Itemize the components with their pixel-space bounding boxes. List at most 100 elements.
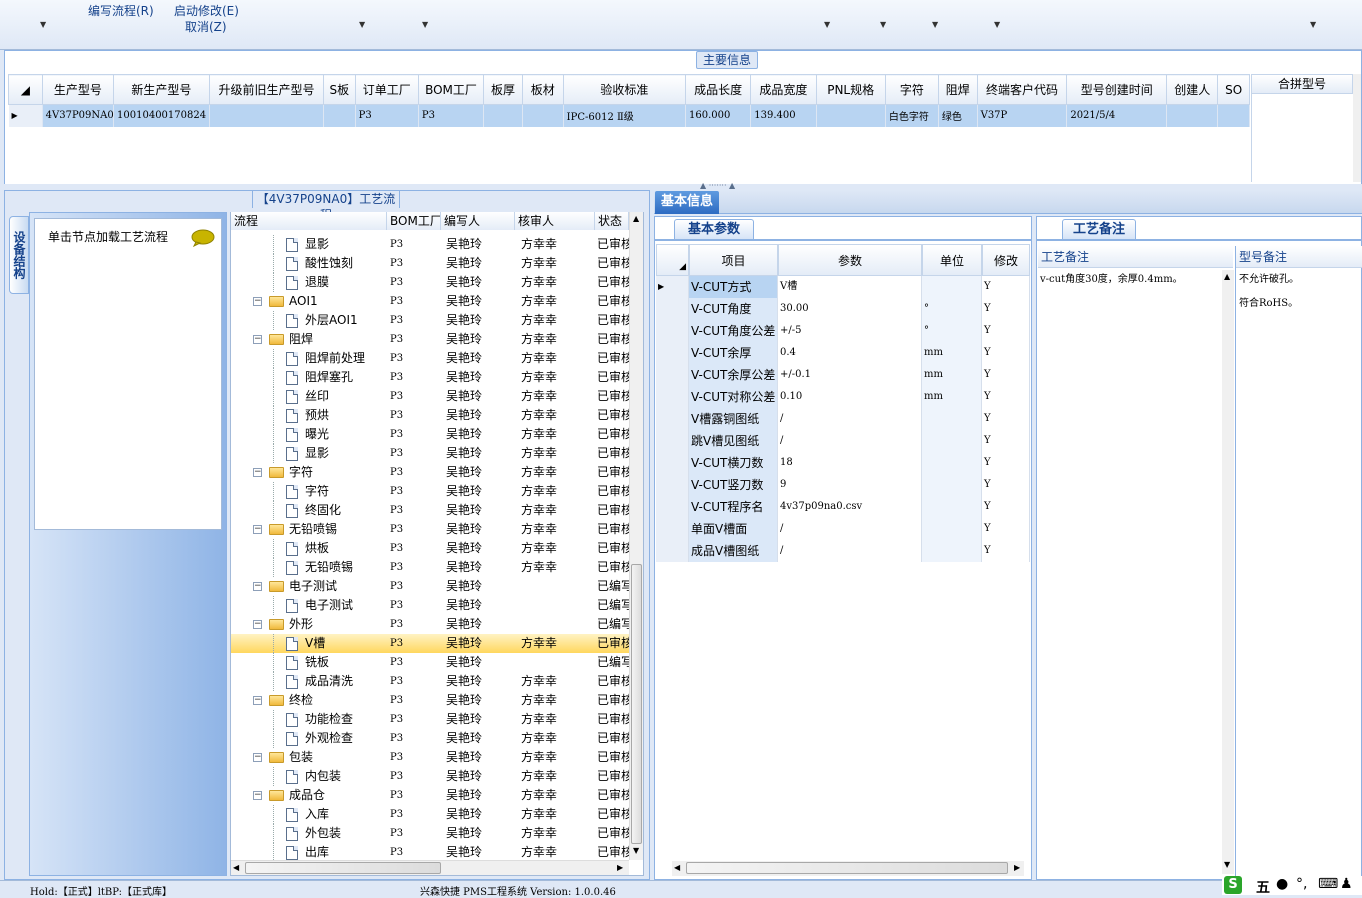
param-unit-cell[interactable]	[922, 430, 982, 452]
col-main-7[interactable]: 板材	[521, 74, 564, 105]
tree-row[interactable]: 无铅喷锡 P3 吴艳玲 方幸幸 已审核	[231, 558, 629, 577]
row-header[interactable]	[656, 320, 689, 342]
table-cell[interactable]: 160.000	[685, 104, 752, 127]
model-note-line[interactable]: 不允许破孔。	[1239, 270, 1299, 285]
col-main-9[interactable]: 成品长度	[685, 74, 752, 105]
params-row[interactable]: V-CUT横刀数 18 Y	[656, 452, 1030, 474]
param-item-cell[interactable]: 成品V槽图纸	[689, 540, 778, 562]
param-value-cell[interactable]: /	[778, 408, 922, 430]
param-modify-cell[interactable]: Y	[982, 386, 1030, 408]
param-value-cell[interactable]: 0.4	[778, 342, 922, 364]
col-main-8[interactable]: 验收标准	[562, 74, 687, 105]
table-cell[interactable]: IPC-6012 Ⅱ级	[563, 104, 687, 127]
param-modify-cell[interactable]: Y	[982, 320, 1030, 342]
tree-row[interactable]: 铣板 P3 吴艳玲 已编写	[231, 653, 629, 672]
table-cell[interactable]: 绿色	[938, 104, 978, 127]
param-item-cell[interactable]: V-CUT程序名	[689, 496, 778, 518]
tree-row[interactable]: 显影 P3 吴艳玲 方幸幸 已审核	[231, 235, 629, 254]
scroll-left-icon[interactable]: ◀	[674, 863, 680, 872]
col-status[interactable]: 状态	[595, 212, 629, 230]
table-cell[interactable]	[1166, 104, 1219, 127]
row-header[interactable]	[656, 496, 689, 518]
col-main-15[interactable]: 型号创建时间	[1066, 74, 1168, 105]
tree-row[interactable]: 内包装 P3 吴艳玲 方幸幸 已审核	[231, 767, 629, 786]
equipment-list[interactable]	[34, 218, 222, 530]
params-row[interactable]: V-CUT对称公差 0.10 mm Y	[656, 386, 1030, 408]
col-bom-factory[interactable]: BOM工厂	[387, 212, 441, 230]
tree-row[interactable]: 预烘 P3 吴艳玲 方幸幸 已审核	[231, 406, 629, 425]
half-width-icon[interactable]: ●	[1276, 876, 1288, 892]
tree-row[interactable]: − 外形 P3 吴艳玲 已编写	[231, 615, 629, 634]
tree-row[interactable]: − 电子测试 P3 吴艳玲 已编写	[231, 577, 629, 596]
params-row[interactable]: 跳V槽见图纸 / Y	[656, 430, 1030, 452]
param-item-cell[interactable]: V-CUT横刀数	[689, 452, 778, 474]
scroll-thumb[interactable]	[686, 862, 1008, 874]
user-icon[interactable]: ♟	[1340, 876, 1353, 892]
params-row[interactable]: V-CUT竖刀数 9 Y	[656, 474, 1030, 496]
tree-row[interactable]: 显影 P3 吴艳玲 方幸幸 已审核	[231, 444, 629, 463]
col-main-2[interactable]: 升级前旧生产型号	[208, 74, 325, 105]
scroll-left-icon[interactable]: ◀	[233, 863, 239, 872]
param-unit-cell[interactable]: °	[922, 298, 982, 320]
tree-row[interactable]: 入库 P3 吴艳玲 方幸幸 已审核	[231, 805, 629, 824]
param-modify-cell[interactable]: Y	[982, 518, 1030, 540]
tab-basic-info[interactable]: 基本信息	[655, 191, 719, 214]
params-row[interactable]: 单面V槽面 / Y	[656, 518, 1030, 540]
edit-flow-button[interactable]: 编写流程(R)	[88, 2, 154, 19]
table-cell[interactable]	[816, 104, 886, 127]
table-cell[interactable]	[522, 104, 564, 127]
scroll-right-icon[interactable]: ▶	[1014, 863, 1020, 872]
collapse-icon[interactable]: −	[253, 335, 262, 344]
ime-mode[interactable]: 五	[1256, 877, 1270, 897]
col-value[interactable]: 参数	[778, 244, 922, 276]
params-row[interactable]: V-CUT余厚 0.4 mm Y	[656, 342, 1030, 364]
col-item[interactable]: 项目	[689, 244, 778, 276]
col-unit[interactable]: 单位	[922, 244, 982, 276]
table-cell[interactable]	[1217, 104, 1250, 127]
table-cell[interactable]: 10010400170824	[113, 104, 210, 127]
col-main-10[interactable]: 成品宽度	[750, 74, 817, 105]
scroll-down-icon[interactable]: ▼	[633, 846, 639, 855]
row-header[interactable]	[656, 386, 689, 408]
ime-toolbar[interactable]: S 五 ● °, ⌨ ♟	[1222, 876, 1362, 897]
row-header[interactable]	[656, 298, 689, 320]
param-item-cell[interactable]: V-CUT角度	[689, 298, 778, 320]
param-unit-cell[interactable]	[922, 452, 982, 474]
tree-row[interactable]: − 字符 P3 吴艳玲 方幸幸 已审核	[231, 463, 629, 482]
tree-row[interactable]: − 终检 P3 吴艳玲 方幸幸 已审核	[231, 691, 629, 710]
param-unit-cell[interactable]: mm	[922, 386, 982, 408]
param-modify-cell[interactable]: Y	[982, 540, 1030, 562]
param-modify-cell[interactable]: Y	[982, 496, 1030, 518]
param-unit-cell[interactable]	[922, 518, 982, 540]
tree-row[interactable]: 退膜 P3 吴艳玲 方幸幸 已审核	[231, 273, 629, 292]
tree-row[interactable]: V槽 P3 吴艳玲 方幸幸 已审核	[231, 634, 629, 653]
param-unit-cell[interactable]	[922, 276, 982, 298]
scrollbar[interactable]	[1353, 74, 1361, 182]
tree-row[interactable]: 外层AOI1 P3 吴艳玲 方幸幸 已审核	[231, 311, 629, 330]
param-unit-cell[interactable]: mm	[922, 342, 982, 364]
tree-row[interactable]: − AOI1 P3 吴艳玲 方幸幸 已审核	[231, 292, 629, 311]
tree-row[interactable]: 电子测试 P3 吴艳玲 已编写	[231, 596, 629, 615]
param-value-cell[interactable]: +/-5	[778, 320, 922, 342]
param-modify-cell[interactable]: Y	[982, 276, 1030, 298]
sogou-logo-icon[interactable]: S	[1224, 876, 1242, 894]
chevron-down-icon[interactable]: ▼	[824, 20, 830, 29]
tree-row[interactable]: 烘板 P3 吴艳玲 方幸幸 已审核	[231, 539, 629, 558]
row-header[interactable]	[656, 408, 689, 430]
params-row[interactable]: ▶ V-CUT方式 V槽 Y	[656, 276, 1030, 298]
param-value-cell[interactable]: /	[778, 518, 922, 540]
process-note-text[interactable]: v-cut角度30度，余厚0.4mm。	[1040, 270, 1220, 285]
tree-row[interactable]: 成品清洗 P3 吴艳玲 方幸幸 已审核	[231, 672, 629, 691]
col-main-16[interactable]: 创建人	[1166, 74, 1219, 105]
scroll-up-icon[interactable]: ▲	[633, 214, 639, 223]
collapse-icon[interactable]: −	[253, 468, 262, 477]
chevron-down-icon[interactable]: ▼	[422, 20, 428, 29]
param-item-cell[interactable]: V-CUT角度公差	[689, 320, 778, 342]
param-value-cell[interactable]: 30.00	[778, 298, 922, 320]
scroll-thumb[interactable]	[631, 564, 642, 844]
chevron-down-icon[interactable]: ▼	[1310, 20, 1316, 29]
param-value-cell[interactable]: +/-0.1	[778, 364, 922, 386]
col-modify[interactable]: 修改	[982, 244, 1030, 276]
param-unit-cell[interactable]: mm	[922, 364, 982, 386]
param-item-cell[interactable]: 单面V槽面	[689, 518, 778, 540]
